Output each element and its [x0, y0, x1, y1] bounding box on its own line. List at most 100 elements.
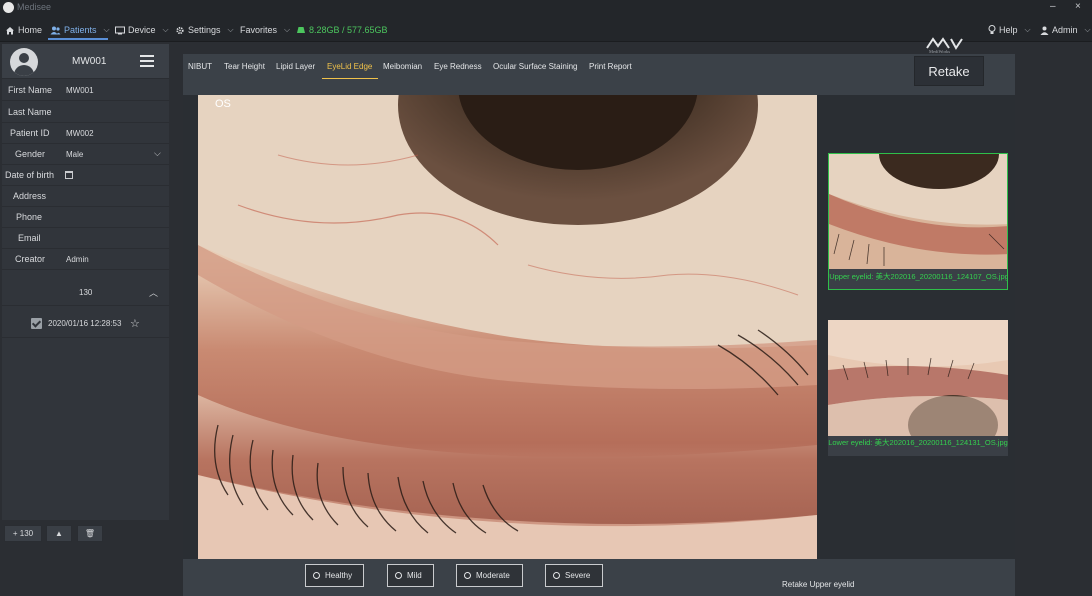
thumbnail-caption: Lower eyelid: 美大202016_20200116_124131_O… — [828, 438, 1008, 447]
radio-icon — [313, 572, 320, 579]
exam-tab-bar: NIBUT Tear Height Lipid Layer EyeLid Edg… — [183, 54, 1015, 95]
record-group-header[interactable]: 130 ︿ — [2, 278, 169, 306]
patient-id-label: Patient ID — [10, 128, 50, 138]
grade-label: Mild — [407, 571, 422, 580]
active-tab-indicator — [322, 78, 378, 79]
tab-eyelid-edge[interactable]: EyeLid Edge — [327, 62, 372, 71]
eyelid-image[interactable] — [198, 95, 817, 559]
eye-side-label: OS — [215, 98, 231, 110]
record-toolbar: + 130 ▲ 🗑 — [0, 522, 169, 546]
tab-ocular-surface-staining[interactable]: Ocular Surface Staining — [493, 62, 578, 71]
patient-id-field[interactable]: Patient ID MW002 — [2, 123, 169, 144]
chevron-up-icon[interactable]: ︿ — [149, 286, 158, 299]
nav-favorites-label: Favorites — [240, 25, 278, 35]
nav-patients[interactable]: Patients ⌵ — [50, 22, 110, 38]
tab-print-report[interactable]: Print Report — [589, 62, 632, 71]
close-button[interactable]: × — [1075, 1, 1081, 12]
retake-button[interactable]: Retake — [914, 56, 984, 86]
app-logo-icon — [3, 2, 14, 13]
thumbnail-upper-eyelid[interactable]: Upper eyelid: 美大202016_20200116_124107_O… — [828, 153, 1008, 290]
nav-home-label: Home — [18, 25, 43, 35]
star-icon[interactable]: ☆ — [130, 317, 140, 330]
nav-admin-label: Admin — [1052, 25, 1078, 35]
patient-header-id: MW001 — [72, 56, 107, 67]
record-date: 2020/01/16 12:28:53 — [48, 319, 122, 328]
chevron-down-icon: ⌵ — [154, 148, 161, 158]
minimize-button[interactable]: – — [1050, 1, 1056, 12]
gender-value: Male — [66, 150, 84, 159]
hamburger-menu-icon[interactable] — [140, 55, 154, 67]
last-name-field[interactable]: Last Name — [2, 102, 169, 123]
radio-icon — [553, 572, 560, 579]
tab-meibomian[interactable]: Meibomian — [383, 62, 422, 71]
gender-select[interactable]: Gender Male ⌵ — [2, 144, 169, 165]
retake-status-text: Retake Upper eyelid — [782, 580, 855, 589]
email-label: Email — [18, 233, 41, 243]
nav-home[interactable]: Home — [5, 22, 42, 38]
dob-field[interactable]: Date of birth — [2, 165, 169, 186]
avatar — [10, 48, 38, 76]
thumbnail-image — [828, 320, 1008, 455]
storage-icon — [297, 27, 305, 33]
calendar-icon[interactable] — [65, 171, 73, 179]
grade-label: Healthy — [325, 571, 353, 580]
record-count: 130 — [79, 288, 93, 297]
home-icon — [6, 26, 14, 34]
storage-indicator: 8.28GB / 577.65GB — [296, 22, 388, 38]
dob-label: Date of birth — [5, 170, 55, 180]
move-up-button[interactable]: ▲ — [46, 525, 72, 542]
grade-label: Moderate — [476, 571, 510, 580]
nav-settings-label: Settings — [188, 25, 221, 35]
nav-help[interactable]: Help ⌵ — [988, 22, 1031, 38]
nav-settings[interactable]: Settings ⌵ — [175, 22, 234, 38]
grade-severe-option[interactable]: Severe — [545, 564, 603, 587]
nav-device-label: Device — [128, 25, 156, 35]
user-icon — [1040, 26, 1049, 35]
record-checkbox[interactable] — [31, 318, 42, 329]
phone-field[interactable]: Phone — [2, 207, 169, 228]
device-icon — [115, 26, 125, 34]
list-item[interactable]: 2020/01/16 12:28:53 ☆ — [2, 308, 169, 338]
brand-logo: MediWorks — [926, 37, 963, 54]
chevron-down-icon: ⌵ — [162, 25, 169, 34]
creator-value: Admin — [66, 255, 89, 264]
nav-admin[interactable]: Admin ⌵ — [1040, 22, 1091, 38]
thumbnail-caption: Upper eyelid: 美大202016_20200116_124107_O… — [829, 272, 1008, 281]
chevron-down-icon: ⌵ — [1024, 25, 1031, 34]
grade-mild-option[interactable]: Mild — [387, 564, 434, 587]
radio-icon — [464, 572, 471, 579]
address-field[interactable]: Address — [2, 186, 169, 207]
nav-favorites[interactable]: Favorites ⌵ — [240, 22, 290, 38]
nav-device[interactable]: Device ⌵ — [115, 22, 169, 38]
title-bar: Medisee – × — [0, 0, 1092, 16]
patient-header: MW001 — [2, 44, 169, 79]
phone-label: Phone — [16, 212, 43, 222]
email-field[interactable]: Email — [2, 228, 169, 249]
last-name-label: Last Name — [8, 107, 52, 117]
tab-eye-redness[interactable]: Eye Redness — [434, 62, 482, 71]
grade-label: Severe — [565, 571, 591, 580]
storage-text: 8.28GB / 577.65GB — [309, 25, 388, 35]
tab-nibut[interactable]: NIBUT — [188, 62, 212, 71]
tab-lipid-layer[interactable]: Lipid Layer — [276, 62, 315, 71]
chevron-down-icon: ⌵ — [227, 25, 234, 34]
grade-healthy-option[interactable]: Healthy — [305, 564, 364, 587]
grade-moderate-option[interactable]: Moderate — [456, 564, 523, 587]
thumbnail-lower-eyelid[interactable]: Lower eyelid: 美大202016_20200116_124131_O… — [828, 320, 1008, 456]
address-label: Address — [13, 191, 47, 201]
chevron-down-icon: ⌵ — [103, 25, 110, 34]
delete-button[interactable]: 🗑 — [77, 525, 103, 542]
nav-help-label: Help — [999, 25, 1018, 35]
patients-icon — [50, 26, 61, 34]
first-name-field[interactable]: First Name MW001 — [2, 80, 169, 101]
first-name-value: MW001 — [66, 86, 94, 95]
radio-icon — [395, 572, 402, 579]
first-name-label: First Name — [8, 85, 53, 95]
app-title: Medisee — [17, 2, 52, 12]
add-record-button[interactable]: + 130 — [4, 525, 42, 542]
gear-icon — [176, 26, 184, 34]
top-navigation: Home Patients ⌵ Device ⌵ Settings ⌵ Favo… — [0, 16, 1092, 54]
tab-tear-height[interactable]: Tear Height — [224, 62, 265, 71]
chevron-down-icon: ⌵ — [1084, 25, 1091, 34]
creator-field: Creator Admin — [2, 249, 169, 270]
